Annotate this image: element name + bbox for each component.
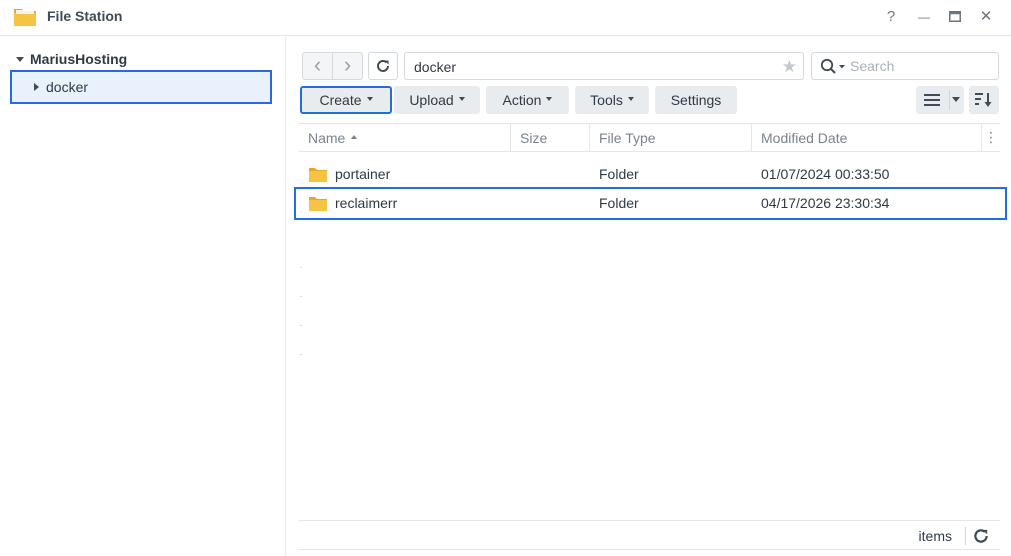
file-grid-header: Name Size File Type Modified Date (299, 123, 1000, 152)
upload-button-label: Upload (409, 92, 454, 108)
dropdown-arrow-icon (458, 97, 465, 102)
row-guide (300, 354, 302, 355)
row-guide (300, 267, 302, 268)
maximize-icon[interactable] (945, 7, 965, 27)
column-header-modified-label: Modified Date (761, 130, 848, 146)
forward-button[interactable]: › (332, 52, 363, 80)
column-header-size-label: Size (520, 130, 548, 146)
minimize-icon[interactable]: — (914, 7, 934, 27)
caret-right-icon[interactable] (34, 83, 39, 91)
refresh-icon[interactable] (972, 527, 990, 545)
column-header-name[interactable]: Name (299, 124, 511, 152)
create-button-label: Create (319, 92, 362, 108)
chevron-down-icon[interactable] (952, 97, 960, 103)
action-button-label: Action (502, 92, 542, 108)
create-button[interactable]: Create (300, 86, 392, 114)
path-value: docker (414, 59, 457, 75)
column-header-size[interactable]: Size (511, 124, 590, 152)
chevron-left-icon: ‹ (313, 52, 322, 77)
divider (965, 527, 966, 545)
column-header-type[interactable]: File Type (590, 124, 752, 152)
file-modified: 04/17/2026 23:30:34 (761, 195, 890, 211)
row-guide (300, 325, 302, 326)
folder-icon (309, 197, 327, 211)
status-footer: items (299, 520, 1000, 550)
file-name: reclaimerr (335, 195, 398, 211)
tree-item-docker[interactable]: docker (10, 70, 272, 104)
window-title: File Station (47, 8, 123, 24)
settings-button[interactable]: Settings (655, 86, 737, 114)
sort-ascending-icon (351, 135, 358, 140)
dropdown-arrow-icon (546, 97, 553, 102)
column-header-type-label: File Type (599, 130, 656, 146)
chevron-right-icon: › (343, 52, 352, 77)
list-view-icon[interactable] (924, 93, 940, 107)
back-button[interactable]: ‹ (302, 52, 333, 80)
help-icon[interactable]: ? (881, 7, 901, 27)
column-header-name-label: Name (308, 130, 346, 146)
column-menu-icon[interactable]: ⋮ (982, 124, 1000, 152)
file-name: portainer (335, 166, 391, 182)
path-field[interactable]: docker ★ (404, 52, 804, 80)
table-row[interactable]: reclaimerr Folder 04/17/2026 23:30:34 (294, 187, 1007, 220)
settings-button-label: Settings (670, 92, 722, 108)
dropdown-arrow-icon (627, 97, 634, 102)
row-guide (300, 296, 302, 297)
table-row[interactable]: portainer Folder 01/07/2024 00:33:50 (299, 160, 1000, 189)
star-icon[interactable]: ★ (782, 57, 797, 77)
tree-item-label: docker (46, 79, 89, 95)
file-type: Folder (599, 195, 639, 211)
search-icon[interactable] (820, 58, 848, 76)
caret-down-icon[interactable] (16, 56, 24, 62)
search-input[interactable] (850, 57, 990, 75)
file-modified: 01/07/2024 00:33:50 (761, 166, 890, 182)
upload-button[interactable]: Upload (394, 86, 480, 114)
column-header-modified[interactable]: Modified Date (752, 124, 982, 152)
tree-root-node[interactable]: MariusHosting (16, 51, 127, 67)
action-button[interactable]: Action (486, 86, 569, 114)
refresh-button[interactable] (368, 52, 398, 80)
sort-button[interactable] (969, 86, 999, 114)
divider (949, 90, 950, 110)
search-field[interactable] (811, 52, 999, 80)
items-count-label: items (918, 528, 952, 544)
title-bar: File Station ? — ✕ (0, 0, 1011, 36)
view-mode-toggle[interactable] (916, 86, 964, 114)
dropdown-arrow-icon (366, 97, 373, 102)
tools-button[interactable]: Tools (575, 86, 649, 114)
tools-button-label: Tools (590, 92, 623, 108)
folder-tree-sidebar: MariusHosting docker (0, 37, 286, 556)
close-icon[interactable]: ✕ (976, 7, 996, 27)
file-station-app-icon (14, 9, 36, 26)
sort-icon (975, 93, 992, 107)
folder-icon (309, 168, 327, 182)
tree-root-label: MariusHosting (30, 51, 128, 67)
file-type: Folder (599, 166, 639, 182)
refresh-icon (377, 59, 389, 72)
